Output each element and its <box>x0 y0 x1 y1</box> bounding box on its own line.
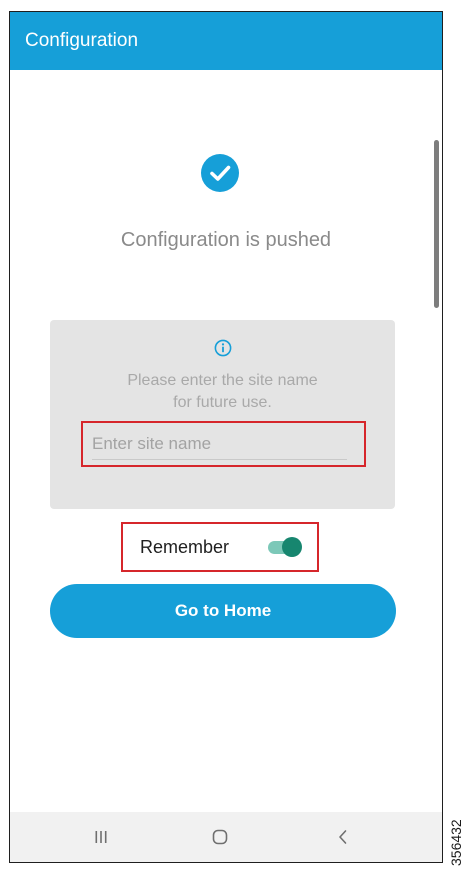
remember-label: Remember <box>140 537 230 557</box>
back-icon[interactable] <box>330 824 356 850</box>
app-bar: Configuration <box>10 12 442 70</box>
site-name-highlight <box>81 421 366 467</box>
system-nav-bar <box>10 812 442 862</box>
remember-highlight: Remember <box>121 522 319 572</box>
scrollbar[interactable] <box>434 140 439 308</box>
info-message-line-2: for future use. <box>173 394 272 411</box>
site-name-input[interactable] <box>92 429 347 460</box>
app-title: Configuration <box>25 30 139 51</box>
toggle-thumb <box>282 537 302 557</box>
remember-toggle[interactable] <box>266 536 302 558</box>
page: Configuration Configuration is pushed Pl… <box>0 0 466 876</box>
check-circle-icon <box>201 154 239 192</box>
status-message: Configuration is pushed <box>120 229 332 251</box>
site-name-card: Please enter the site name for future us… <box>50 320 395 509</box>
info-message-line-1: Please enter the site name <box>127 372 318 389</box>
home-icon[interactable] <box>207 824 233 850</box>
figure-number: 356432 <box>448 819 464 866</box>
go-to-home-button[interactable]: Go to Home <box>50 584 396 638</box>
recents-icon[interactable] <box>88 824 114 850</box>
info-message: Please enter the site name for future us… <box>50 370 395 414</box>
phone-screen: Configuration Configuration is pushed Pl… <box>9 11 443 863</box>
info-icon <box>214 339 232 357</box>
